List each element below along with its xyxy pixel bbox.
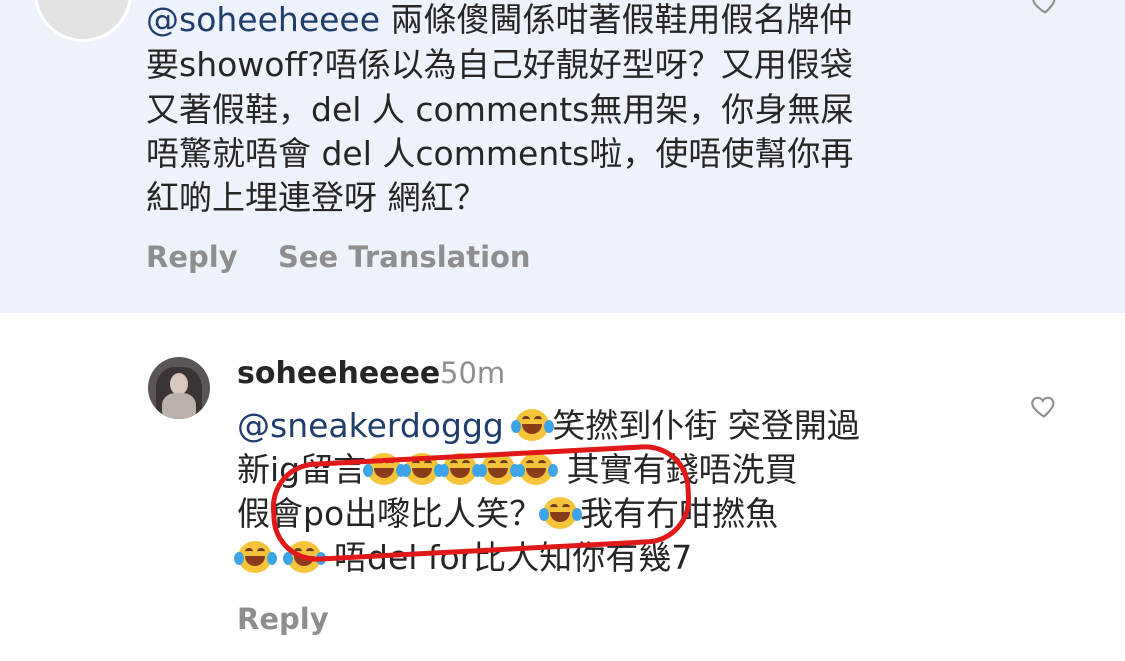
face-with-tears-of-joy-icon [282,540,326,574]
username-link[interactable]: soheeheeee [237,356,440,391]
face-with-tears-of-joy-icon [363,452,407,486]
face-with-tears-of-joy-icon [511,408,555,442]
reply-line-2: 新ig留言 其實有錢唔洗買 [237,450,798,489]
avatar[interactable] [148,357,210,419]
like-heart-icon[interactable] [1029,392,1059,420]
see-translation-button[interactable]: See Translation [278,240,531,274]
timestamp: 50m [440,356,506,390]
comment-line-2: 要showoff?唔係以為自己好靚好型呀？又用假袋 [146,45,853,84]
mention-link[interactable]: @sneakerdoggg [237,406,504,445]
like-heart-icon[interactable] [1030,0,1060,16]
mention-link[interactable]: @soheeheeee [146,0,380,39]
face-with-tears-of-joy-icon [234,540,277,574]
comment-line-4: 唔驚就唔會 del 人comments啦，使唔使幫你再 [146,134,854,173]
face-with-tears-of-joy-icon [439,452,483,486]
reply-button[interactable]: Reply [237,602,329,636]
face-with-tears-of-joy-icon [401,452,445,486]
avatar[interactable] [34,0,132,42]
face-with-tears-of-joy-icon [539,496,583,530]
comment-line-1: @soheeheeee 兩條傻閪係咁著假鞋用假名牌仲 [146,0,853,39]
face-with-tears-of-joy-icon [515,452,559,486]
reply-line-3: 假會po出嚟比人笑？ 我有冇咁撚魚 [237,494,779,533]
reply-line-4: 唔del for比人知你有幾7 [234,536,692,580]
reply-line-1: @sneakerdoggg 笑撚到仆街 突登開過 [237,406,860,445]
face-with-tears-of-joy-icon [477,452,521,486]
comment-line-3: 又著假鞋，del 人 comments無用架，你身無屎 [146,90,854,129]
reply-button[interactable]: Reply [146,240,238,274]
comment-line-5: 紅啲上埋連登呀 網紅？ [146,178,487,217]
highlighted-comment: @soheeheeee 兩條傻閪係咁著假鞋用假名牌仲 要showoff?唔係以為… [0,0,1125,313]
